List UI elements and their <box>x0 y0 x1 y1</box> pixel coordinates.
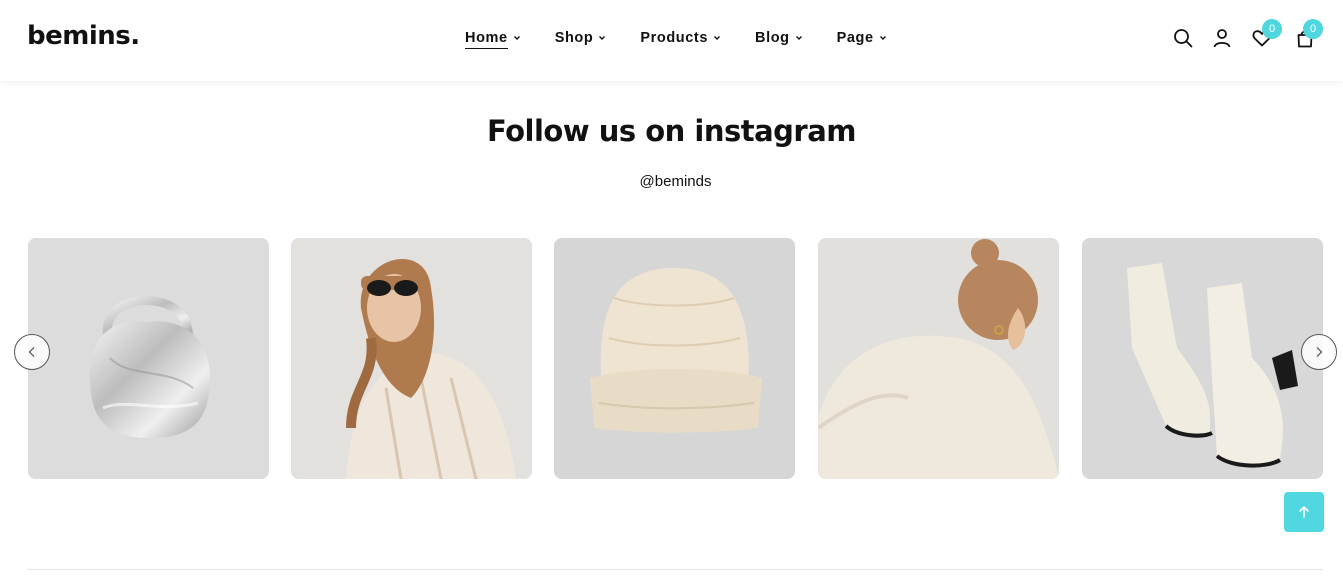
nav-label: Page <box>836 30 874 46</box>
woman-sunglasses-image <box>291 238 532 479</box>
arrow-up-icon <box>1299 506 1309 518</box>
beanie-image <box>554 238 795 479</box>
wishlist-count-badge: 0 <box>1262 19 1282 39</box>
nav-item-home[interactable]: Home <box>465 28 521 49</box>
scroll-to-top-button[interactable] <box>1284 492 1324 532</box>
nav-item-products[interactable]: Products <box>640 28 721 48</box>
main-nav: Home Shop Products Blog Page <box>465 28 921 49</box>
search-icon[interactable] <box>1172 27 1194 49</box>
site-logo[interactable]: bemins. <box>27 21 140 51</box>
nav-item-shop[interactable]: Shop <box>555 28 607 48</box>
nav-label: Shop <box>554 30 594 46</box>
chevron-left-icon <box>28 347 35 357</box>
nav-label: Blog <box>755 30 790 46</box>
chevron-down-icon <box>714 36 720 40</box>
chevron-down-icon <box>879 36 886 40</box>
gallery-item-beanie[interactable] <box>554 238 795 479</box>
chevron-down-icon <box>513 36 520 40</box>
gallery-item-ankle-boots[interactable] <box>1082 238 1323 479</box>
nav-item-page[interactable]: Page <box>837 28 887 48</box>
user-icon[interactable] <box>1211 27 1233 49</box>
nav-label: Home <box>465 28 508 49</box>
instagram-handle[interactable]: @beminds <box>0 173 1343 190</box>
chevron-down-icon <box>599 36 606 40</box>
chevron-right-icon <box>1316 347 1323 357</box>
carousel-next-button[interactable] <box>1301 334 1337 370</box>
footer-divider <box>27 569 1323 570</box>
gallery-item-silver-bag[interactable] <box>28 238 269 479</box>
woman-back-image <box>818 238 1059 479</box>
gallery-item-woman-back[interactable] <box>818 238 1059 479</box>
section-title: Follow us on instagram <box>486 114 857 148</box>
ankle-boots-image <box>1082 238 1323 479</box>
chevron-down-icon <box>795 36 802 40</box>
header-actions: 0 0 <box>1170 19 1330 54</box>
carousel-prev-button[interactable] <box>14 334 50 370</box>
nav-label: Products <box>640 30 708 46</box>
cart-count-badge: 0 <box>1303 19 1323 39</box>
silver-bag-image <box>28 238 269 479</box>
nav-item-blog[interactable]: Blog <box>755 28 803 48</box>
site-header: bemins. Home Shop Products Blog Page 0 0 <box>0 0 1343 81</box>
gallery-item-woman-sunglasses[interactable] <box>291 238 532 479</box>
